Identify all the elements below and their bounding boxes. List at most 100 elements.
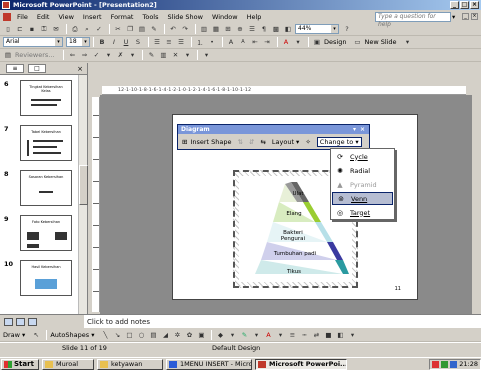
increase-font-icon[interactable]: A bbox=[226, 37, 236, 47]
3d-style-icon[interactable]: ◧ bbox=[335, 330, 345, 340]
apply-icon[interactable]: ✓ bbox=[91, 50, 101, 60]
menu-slide-show[interactable]: Slide Show bbox=[168, 13, 203, 21]
copy-icon[interactable]: ❐ bbox=[125, 24, 135, 34]
menu-option-pyramid[interactable]: ▲ Pyramid bbox=[332, 178, 393, 191]
chevron-down-icon[interactable]: ▾ bbox=[82, 38, 89, 46]
menu-edit[interactable]: Edit bbox=[37, 13, 50, 21]
pyramid-level-4[interactable] bbox=[327, 242, 343, 260]
print-icon[interactable]: ⎙ bbox=[70, 24, 80, 34]
autoshapes-menu-button[interactable]: AutoShapes ▾ bbox=[50, 331, 94, 339]
help-search-input[interactable]: Type a question for help bbox=[375, 11, 451, 28]
diagram-label-5[interactable]: Tikus bbox=[279, 269, 309, 275]
bullets-icon[interactable]: • bbox=[207, 37, 217, 47]
text-box-icon[interactable]: ▤ bbox=[148, 330, 158, 340]
chevron-down-icon[interactable]: ▾ bbox=[55, 38, 62, 46]
toolbar-options-icon[interactable]: ▾ bbox=[353, 125, 356, 134]
menu-option-venn[interactable]: ⊚ Venn bbox=[332, 192, 393, 205]
insert-shape-button[interactable]: ⊞ Insert Shape bbox=[182, 138, 232, 146]
diagram-label-1[interactable]: Ulat bbox=[283, 191, 313, 197]
notes-input[interactable]: Click to add notes bbox=[87, 318, 150, 326]
toolbar-options-icon[interactable]: ▾ bbox=[201, 50, 211, 60]
menu-insert[interactable]: Insert bbox=[83, 13, 102, 21]
close-icon[interactable]: × bbox=[77, 65, 83, 73]
reviewing-pane-icon[interactable]: ▾ bbox=[182, 50, 192, 60]
maximize-button[interactable]: □ bbox=[460, 1, 469, 9]
draw-menu-button[interactable]: Draw ▾ bbox=[3, 331, 25, 339]
tray-icon[interactable] bbox=[441, 360, 449, 368]
insert-diagram-icon[interactable]: ⊕ bbox=[235, 24, 245, 34]
spelling-icon[interactable]: ✓ bbox=[94, 24, 104, 34]
insert-table-icon[interactable]: ▦ bbox=[211, 24, 221, 34]
reverse-diagram-icon[interactable]: ⇆ bbox=[260, 138, 265, 146]
doc-close-button[interactable]: × bbox=[471, 13, 478, 20]
document-icon[interactable] bbox=[3, 12, 11, 21]
thumbnail-image[interactable]: Foto Kebersihan bbox=[20, 215, 72, 251]
fill-color-icon[interactable]: ◆ bbox=[215, 330, 225, 340]
expand-all-icon[interactable]: ☰ bbox=[247, 24, 257, 34]
rectangle-icon[interactable]: □ bbox=[124, 330, 134, 340]
clip-art-icon[interactable]: ✿ bbox=[184, 330, 194, 340]
slides-scrollbar[interactable] bbox=[78, 75, 88, 314]
thumbnail-image[interactable]: Sasaran Kebersihan bbox=[20, 170, 72, 206]
markup-icon[interactable]: ▤ bbox=[3, 50, 13, 60]
menu-window[interactable]: Window bbox=[212, 13, 238, 21]
align-center-icon[interactable]: ≡ bbox=[164, 37, 174, 47]
design-button[interactable]: Design bbox=[324, 38, 346, 46]
line-color-dropdown-icon[interactable]: ▾ bbox=[251, 330, 261, 340]
menu-option-target[interactable]: ◎ Target bbox=[332, 206, 393, 219]
previous-item-icon[interactable]: ⇐ bbox=[67, 50, 77, 60]
unapply-dropdown-icon[interactable]: ▾ bbox=[127, 50, 137, 60]
normal-view-icon[interactable] bbox=[4, 317, 13, 326]
new-icon[interactable]: ▯ bbox=[3, 24, 13, 34]
taskbar-item-ketyawan[interactable]: ketyawan bbox=[97, 358, 163, 370]
slide-show-view-icon[interactable] bbox=[28, 317, 37, 326]
align-right-icon[interactable]: ☰ bbox=[176, 37, 186, 47]
minimize-button[interactable]: _ bbox=[450, 1, 459, 9]
format-painter-icon[interactable]: ✎ bbox=[149, 24, 159, 34]
increase-indent-icon[interactable]: ⇥ bbox=[262, 37, 272, 47]
powerpoint-app-icon[interactable] bbox=[2, 1, 10, 9]
select-objects-icon[interactable]: ↖ bbox=[31, 330, 41, 340]
menu-tools[interactable]: Tools bbox=[142, 13, 158, 21]
scrollbar-thumb[interactable] bbox=[79, 165, 88, 205]
show-formatting-icon[interactable]: ¶ bbox=[259, 24, 269, 34]
tab-outline[interactable]: ≡ bbox=[6, 64, 24, 73]
dash-style-icon[interactable]: ┅ bbox=[299, 330, 309, 340]
apply-dropdown-icon[interactable]: ▾ bbox=[103, 50, 113, 60]
thumbnail-image[interactable]: Hasil Kebersihan bbox=[20, 260, 72, 296]
open-icon[interactable]: ⊏ bbox=[15, 24, 25, 34]
delete-comment-icon[interactable]: ✗ bbox=[115, 50, 125, 60]
cut-icon[interactable]: ✂ bbox=[113, 24, 123, 34]
change-to-button[interactable]: Change to ▾ bbox=[316, 136, 362, 147]
font-color-dropdown-icon[interactable]: ▾ bbox=[293, 37, 303, 47]
oval-icon[interactable]: ○ bbox=[136, 330, 146, 340]
undo-icon[interactable]: ↶ bbox=[168, 24, 178, 34]
delete-icon[interactable]: ✕ bbox=[170, 50, 180, 60]
diagram-label-4[interactable]: Tumbuhan padi bbox=[265, 251, 325, 257]
taskbar-item-menu-insert[interactable]: 1MENU INSERT - Micros... bbox=[166, 358, 252, 370]
thumbnail-image[interactable]: Tabel Kebersihan bbox=[20, 125, 72, 161]
email-icon[interactable]: ✉ bbox=[51, 24, 61, 34]
wordart-icon[interactable]: ◢ bbox=[160, 330, 170, 340]
font-size-select[interactable]: 18 ▾ bbox=[66, 37, 90, 47]
slide-sorter-view-icon[interactable] bbox=[16, 317, 25, 326]
help-dropdown-icon[interactable]: ▾ bbox=[452, 13, 460, 21]
line-style-icon[interactable]: ≡ bbox=[287, 330, 297, 340]
doc-minimize-button[interactable]: _ bbox=[462, 13, 469, 20]
tray-icon[interactable] bbox=[450, 360, 458, 368]
paste-icon[interactable]: ▤ bbox=[137, 24, 147, 34]
line-color-icon[interactable]: ✎ bbox=[239, 330, 249, 340]
redo-icon[interactable]: ↷ bbox=[180, 24, 190, 34]
insert-chart-icon[interactable]: ▥ bbox=[199, 24, 209, 34]
arrow-icon[interactable]: ↘ bbox=[112, 330, 122, 340]
font-color-dropdown-icon[interactable]: ▾ bbox=[275, 330, 285, 340]
reviewers-button[interactable]: Reviewers... bbox=[15, 51, 54, 59]
menu-option-cycle[interactable]: ⟳ Cycle bbox=[332, 150, 393, 163]
font-select[interactable]: Arial ▾ bbox=[3, 37, 63, 47]
font-color-icon[interactable]: A bbox=[263, 330, 273, 340]
chevron-down-icon[interactable]: ▾ bbox=[331, 25, 338, 33]
new-slide-icon[interactable]: ▭ bbox=[352, 37, 362, 47]
permission-icon[interactable]: ⚿ bbox=[39, 24, 49, 34]
fill-color-dropdown-icon[interactable]: ▾ bbox=[227, 330, 237, 340]
save-icon[interactable]: ▪ bbox=[27, 24, 37, 34]
